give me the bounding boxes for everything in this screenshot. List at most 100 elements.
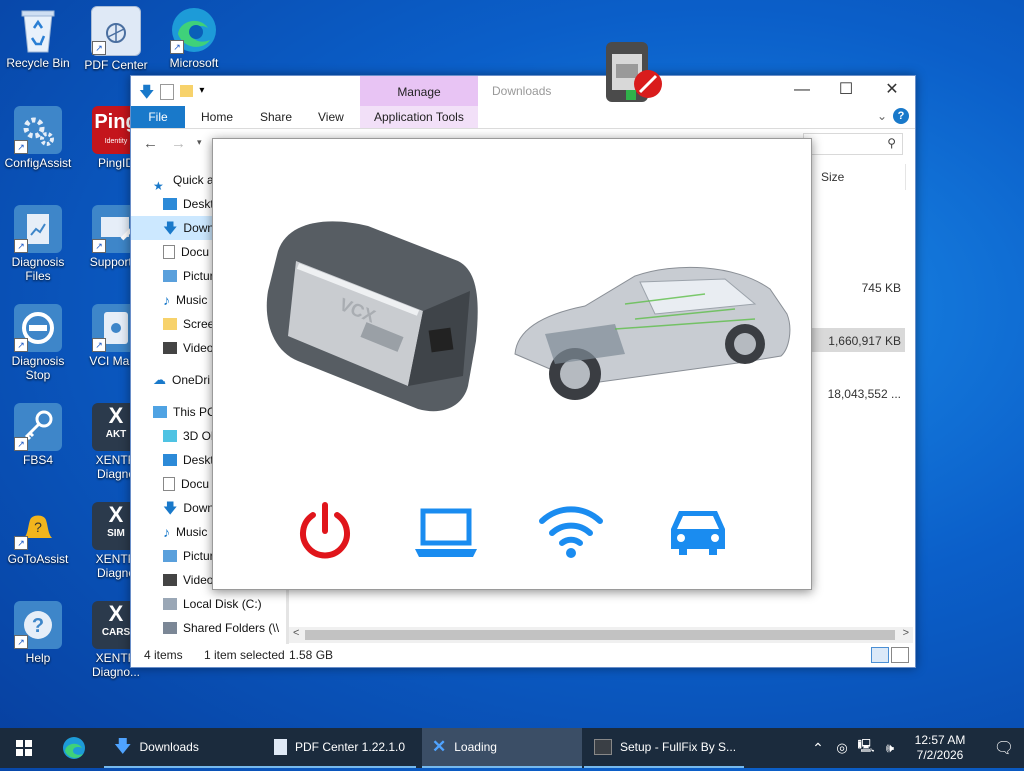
- taskbar-item-loading[interactable]: ✕ Loading: [422, 728, 582, 768]
- edge-browser-icon: [63, 737, 85, 759]
- shortcut-arrow-icon: ↗: [170, 40, 184, 54]
- taskbar-item-downloads[interactable]: 🡇 Downloads: [104, 728, 264, 768]
- edge-browser-icon: ↗: [170, 6, 218, 54]
- desktop-icon-configassist[interactable]: ↗ ConfigAssist: [0, 106, 76, 170]
- down-arrow-icon[interactable]: 🡇: [139, 82, 154, 107]
- folder-icon: [163, 318, 177, 330]
- desktop-icon-label: GoToAssist: [7, 552, 69, 566]
- customize-qat-icon[interactable]: ▾: [199, 85, 204, 107]
- clock[interactable]: 12:57 AM 7/2/2026: [910, 733, 970, 763]
- computer-icon: [153, 406, 167, 418]
- recent-locations-icon[interactable]: ▾: [197, 137, 202, 148]
- tab-file[interactable]: File: [131, 106, 185, 128]
- help-icon[interactable]: ?: [893, 108, 909, 124]
- nav-label: Deskt: [183, 453, 214, 467]
- desktop-icon-recycle-bin[interactable]: Recycle Bin: [0, 6, 76, 70]
- chevron-up-icon[interactable]: ⌃: [806, 740, 830, 757]
- windows-logo-icon: [16, 740, 32, 756]
- taskbar-edge[interactable]: [52, 728, 96, 768]
- tab-view[interactable]: View: [318, 110, 344, 124]
- desktop-icon-label: Microsoft: [169, 56, 219, 70]
- meet-now-icon[interactable]: ◎: [830, 740, 854, 756]
- desktop-icon-pdf-center[interactable]: ↗ PDF Center: [78, 6, 154, 72]
- tab-share[interactable]: Share: [260, 110, 292, 124]
- car-cutaway-image: [514, 266, 791, 400]
- desktop-icon-diagnosis-files[interactable]: ↗ Diagnosis Files: [0, 205, 76, 283]
- stop-icon: ↗: [14, 304, 62, 352]
- laptop-icon: [415, 508, 477, 557]
- properties-icon[interactable]: [160, 84, 175, 100]
- nav-label: Deskt: [183, 197, 214, 211]
- column-header-size[interactable]: Size: [821, 170, 844, 184]
- item-count: 4 items: [144, 648, 183, 662]
- taskbar-item-setup[interactable]: Setup - FullFix By S...: [584, 728, 744, 768]
- diagnosis-document-icon: ↗: [14, 205, 62, 253]
- notification-center-icon[interactable]: 🗨: [984, 738, 1024, 758]
- desktop-icon-label: Help: [25, 651, 51, 665]
- pdf-file-icon: ↗: [91, 6, 141, 56]
- desktop-icon-help[interactable]: ? ↗ Help: [0, 601, 76, 665]
- download-folder-icon: 🡇: [163, 500, 178, 516]
- svg-text:?: ?: [34, 519, 42, 535]
- desktop-icon-label: Recycle Bin: [6, 56, 70, 70]
- new-folder-icon[interactable]: [180, 85, 194, 97]
- maximize-button[interactable]: ☐: [823, 76, 869, 106]
- star-icon: ★: [153, 179, 164, 193]
- download-folder-icon: 🡇: [163, 220, 178, 236]
- back-arrow-icon[interactable]: ←: [143, 135, 158, 152]
- details-view-icon[interactable]: [871, 647, 889, 663]
- file-size-cell: 1,660,917 KB: [828, 334, 901, 348]
- explorer-titlebar[interactable]: 🡇 ▾ Manage Downloads — ☐ ✕: [131, 76, 915, 106]
- network-icon[interactable]: 🖳: [854, 737, 878, 759]
- gears-icon: ↗: [14, 106, 62, 154]
- nav-label: Down: [183, 221, 215, 235]
- taskbar-item-label: Loading: [454, 740, 497, 754]
- car-icon: [671, 511, 725, 555]
- desktop-icon-label: FBS4: [22, 453, 53, 467]
- file-size-cell: 18,043,552 ...: [827, 387, 901, 401]
- tab-home[interactable]: Home: [201, 110, 233, 124]
- ribbon-collapse-icon[interactable]: ⌄: [877, 109, 887, 123]
- desktop-icon-edge[interactable]: ↗ Microsoft: [156, 6, 232, 70]
- scroll-thumb[interactable]: [305, 630, 895, 640]
- shortcut-arrow-icon: ↗: [92, 41, 106, 55]
- nav-shared-folders[interactable]: Shared Folders (\\: [131, 616, 286, 640]
- column-divider: [905, 164, 906, 190]
- close-button[interactable]: ✕: [869, 76, 915, 106]
- desktop-icon-diagnosis-stop[interactable]: ↗ Diagnosis Stop: [0, 304, 76, 382]
- start-button[interactable]: [0, 728, 48, 768]
- shortcut-arrow-icon: ↗: [14, 635, 28, 649]
- horizontal-scrollbar[interactable]: < >: [289, 627, 913, 643]
- volume-icon[interactable]: 🕪: [878, 740, 902, 756]
- scroll-left-icon[interactable]: <: [293, 627, 299, 639]
- video-icon: [163, 342, 177, 354]
- nav-local-disk[interactable]: Local Disk (C:): [131, 592, 286, 616]
- nav-label: Music: [176, 525, 208, 539]
- wifi-icon: [539, 506, 603, 558]
- ribbon-tabs: File Home Share View Application Tools ⌄…: [131, 106, 915, 129]
- desktop-icon-gotoassist[interactable]: ? ↗ GoToAssist: [0, 502, 76, 566]
- large-icons-view-icon[interactable]: [891, 647, 909, 663]
- vci-status-tray-icon[interactable]: [604, 40, 666, 104]
- desktop-folder-icon: [163, 454, 177, 466]
- nav-label: Local Disk (C:): [183, 597, 262, 611]
- minimize-button[interactable]: —: [779, 76, 825, 106]
- tab-application-tools[interactable]: Application Tools: [374, 110, 464, 124]
- selection-count: 1 item selected: [204, 648, 285, 662]
- vcx-device-image: VCX: [266, 221, 478, 412]
- scroll-right-icon[interactable]: >: [903, 627, 909, 639]
- music-note-icon: ♪: [163, 524, 170, 540]
- taskbar-item-pdf-center[interactable]: PDF Center 1.22.1.0: [264, 728, 416, 768]
- nav-label: OneDri: [172, 373, 211, 387]
- installer-icon: [594, 739, 612, 755]
- download-folder-icon: 🡇: [114, 737, 132, 756]
- forward-arrow-icon[interactable]: →: [171, 135, 186, 152]
- system-tray: ⌃ ◎ 🖳 🕪 12:57 AM 7/2/2026 🗨: [806, 728, 1024, 768]
- file-size-cell: 745 KB: [861, 281, 901, 295]
- desktop-icon-fbs4[interactable]: ↗ FBS4: [0, 403, 76, 467]
- nav-label: This PC: [173, 405, 216, 419]
- vci-loading-window[interactable]: VCX: [212, 138, 812, 590]
- search-box[interactable]: ⚲: [803, 133, 903, 155]
- shortcut-arrow-icon: ↗: [14, 140, 28, 154]
- shortcut-arrow-icon: ↗: [14, 536, 28, 550]
